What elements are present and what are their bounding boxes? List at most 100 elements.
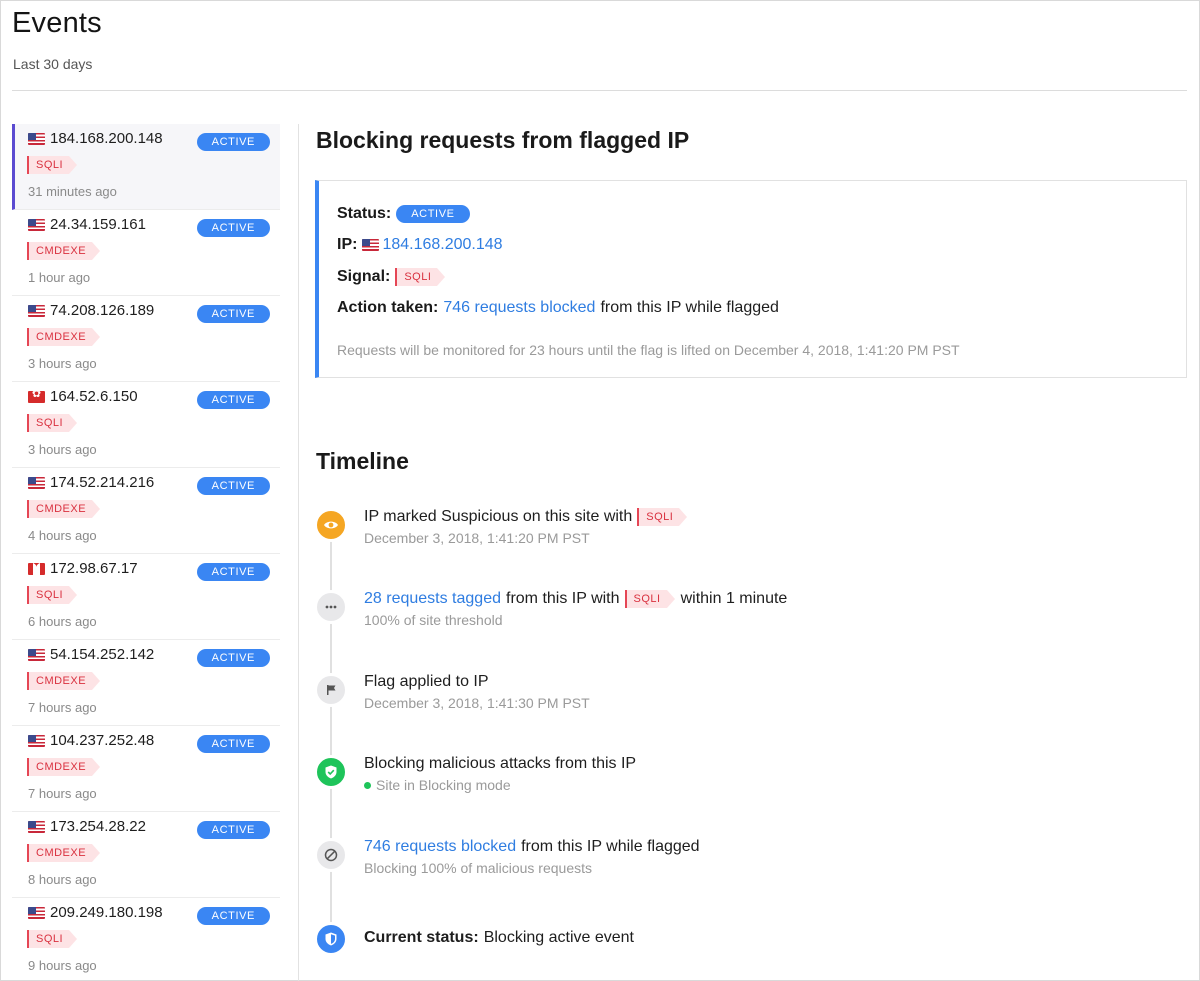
status-label: Status: bbox=[337, 205, 392, 222]
us-flag-icon bbox=[362, 239, 380, 251]
timeline-subtext: Blocking 100% of malicious requests bbox=[364, 860, 593, 876]
requests-blocked-link[interactable]: 746 requests blocked bbox=[443, 299, 595, 317]
us-flag-icon bbox=[28, 906, 45, 919]
signal-tag: CMDEXE bbox=[27, 672, 101, 690]
event-ip-row: 173.254.28.22 bbox=[28, 818, 146, 835]
timeline-text: IP marked Suspicious on this site with bbox=[364, 508, 633, 525]
event-list-item[interactable]: 164.52.6.150 ACTIVE SQLI 3 hours ago bbox=[12, 382, 280, 468]
status-badge: ACTIVE bbox=[196, 391, 270, 409]
status-row: Status: ACTIVE bbox=[337, 205, 470, 223]
us-flag-icon bbox=[28, 218, 45, 231]
signal-tag: SQLI bbox=[27, 414, 78, 432]
us-flag-icon bbox=[28, 132, 45, 145]
event-ip-row: 172.98.67.17 bbox=[28, 560, 138, 577]
ip-row: IP: 184.168.200.148 bbox=[337, 236, 503, 254]
ip-link[interactable]: 184.168.200.148 bbox=[382, 236, 502, 254]
event-ip: 172.98.67.17 bbox=[50, 560, 138, 577]
monitoring-note: Requests will be monitored for 23 hours … bbox=[337, 342, 960, 358]
requests-blocked-link[interactable]: 746 requests blocked bbox=[364, 838, 516, 856]
signal-label: Signal: bbox=[337, 268, 391, 285]
ellipsis-icon bbox=[314, 590, 348, 624]
action-label: Action taken: bbox=[337, 299, 439, 316]
signal-tag: SQLI bbox=[27, 930, 78, 948]
event-ip-row: 24.34.159.161 bbox=[28, 216, 146, 233]
signal-tag[interactable]: SQLI bbox=[637, 508, 688, 526]
event-ip: 173.254.28.22 bbox=[50, 818, 146, 835]
timeline-text: within 1 minute bbox=[680, 590, 788, 607]
flag-icon bbox=[314, 673, 348, 707]
signal-tag: CMDEXE bbox=[27, 758, 101, 776]
event-list-item[interactable]: 24.34.159.161 ACTIVE CMDEXE 1 hour ago bbox=[12, 210, 280, 296]
event-ip: 74.208.126.189 bbox=[50, 302, 155, 319]
event-ip: 184.168.200.148 bbox=[50, 130, 163, 147]
event-ip: 24.34.159.161 bbox=[50, 216, 146, 233]
timeline-text: from this IP with bbox=[506, 590, 620, 607]
status-badge: ACTIVE bbox=[196, 821, 270, 839]
action-text: from this IP while flagged bbox=[600, 299, 779, 316]
signal-tag: SQLI bbox=[27, 156, 78, 174]
status-badge: ACTIVE bbox=[196, 563, 270, 581]
event-ip: 209.249.180.198 bbox=[50, 904, 163, 921]
signal-tag[interactable]: SQLI bbox=[395, 268, 446, 286]
blocking-mode-text: Site in Blocking mode bbox=[376, 777, 511, 793]
status-badge: ACTIVE bbox=[396, 205, 470, 223]
timeline-text: from this IP while flagged bbox=[521, 838, 700, 855]
event-list-item[interactable]: 173.254.28.22 ACTIVE CMDEXE 8 hours ago bbox=[12, 812, 280, 898]
event-ip-row: 54.154.252.142 bbox=[28, 646, 154, 663]
us-flag-icon bbox=[28, 820, 45, 833]
signal-tag: CMDEXE bbox=[27, 242, 101, 260]
signal-tag: CMDEXE bbox=[27, 328, 101, 346]
us-flag-icon bbox=[28, 734, 45, 747]
event-time: 6 hours ago bbox=[28, 614, 97, 629]
event-ip: 174.52.214.216 bbox=[50, 474, 155, 491]
event-list-item[interactable]: 184.168.200.148 ACTIVE SQLI 31 minutes ago bbox=[12, 124, 280, 210]
event-time: 4 hours ago bbox=[28, 528, 97, 543]
header-divider bbox=[12, 90, 1187, 91]
event-list-item[interactable]: 174.52.214.216 ACTIVE CMDEXE 4 hours ago bbox=[12, 468, 280, 554]
page-title: Events bbox=[12, 7, 102, 39]
event-time: 3 hours ago bbox=[28, 442, 97, 457]
timeline-subtext: 100% of site threshold bbox=[364, 612, 503, 628]
block-icon bbox=[314, 838, 348, 872]
event-time: 3 hours ago bbox=[28, 356, 97, 371]
event-list-item[interactable]: 172.98.67.17 ACTIVE SQLI 6 hours ago bbox=[12, 554, 280, 640]
event-list-item[interactable]: 209.249.180.198 ACTIVE SQLI 9 hours ago bbox=[12, 898, 280, 981]
timeline-text: Flag applied to IP bbox=[364, 673, 489, 690]
signal-tag[interactable]: SQLI bbox=[624, 590, 675, 608]
shield-check-icon bbox=[314, 755, 348, 789]
event-ip: 164.52.6.150 bbox=[50, 388, 138, 405]
event-time: 1 hour ago bbox=[28, 270, 91, 285]
sidebar-divider bbox=[298, 124, 299, 981]
ip-label: IP: bbox=[337, 236, 358, 253]
us-flag-icon bbox=[28, 648, 45, 661]
event-list: 184.168.200.148 ACTIVE SQLI 31 minutes ago 2… bbox=[12, 124, 280, 981]
timeline-title: Timeline bbox=[316, 448, 409, 474]
status-badge: ACTIVE bbox=[196, 735, 270, 753]
requests-tagged-link[interactable]: 28 requests tagged bbox=[364, 590, 501, 608]
event-list-item[interactable]: 104.237.252.48 ACTIVE CMDEXE 7 hours ago bbox=[12, 726, 280, 812]
us-flag-icon bbox=[28, 304, 45, 317]
status-badge: ACTIVE bbox=[196, 133, 270, 151]
current-status-label: Current status: bbox=[364, 929, 479, 946]
signal-tag: CMDEXE bbox=[27, 844, 101, 862]
signal-row: Signal: SQLI bbox=[337, 268, 446, 286]
event-time: 31 minutes ago bbox=[28, 184, 117, 199]
action-row: Action taken: 746 requests blocked from … bbox=[337, 299, 779, 317]
status-badge: ACTIVE bbox=[196, 305, 270, 323]
event-ip: 104.237.252.48 bbox=[50, 732, 155, 749]
timeline-timestamp: December 3, 2018, 1:41:20 PM PST bbox=[364, 530, 590, 546]
event-time: 7 hours ago bbox=[28, 700, 97, 715]
status-badge: ACTIVE bbox=[196, 649, 270, 667]
current-status-value: Blocking active event bbox=[483, 929, 634, 946]
event-list-item[interactable]: 74.208.126.189 ACTIVE CMDEXE 3 hours ago bbox=[12, 296, 280, 382]
event-list-item[interactable]: 54.154.252.142 ACTIVE CMDEXE 7 hours ago bbox=[12, 640, 280, 726]
detail-title: Blocking requests from flagged IP bbox=[316, 127, 690, 153]
signal-tag: SQLI bbox=[27, 586, 78, 604]
page-subtitle: Last 30 days bbox=[13, 56, 93, 72]
ca-flag-icon bbox=[28, 562, 45, 575]
event-time: 9 hours ago bbox=[28, 958, 97, 973]
event-time: 8 hours ago bbox=[28, 872, 97, 887]
shield-icon bbox=[314, 922, 348, 956]
status-badge: ACTIVE bbox=[196, 219, 270, 237]
event-ip-row: 74.208.126.189 bbox=[28, 302, 154, 319]
